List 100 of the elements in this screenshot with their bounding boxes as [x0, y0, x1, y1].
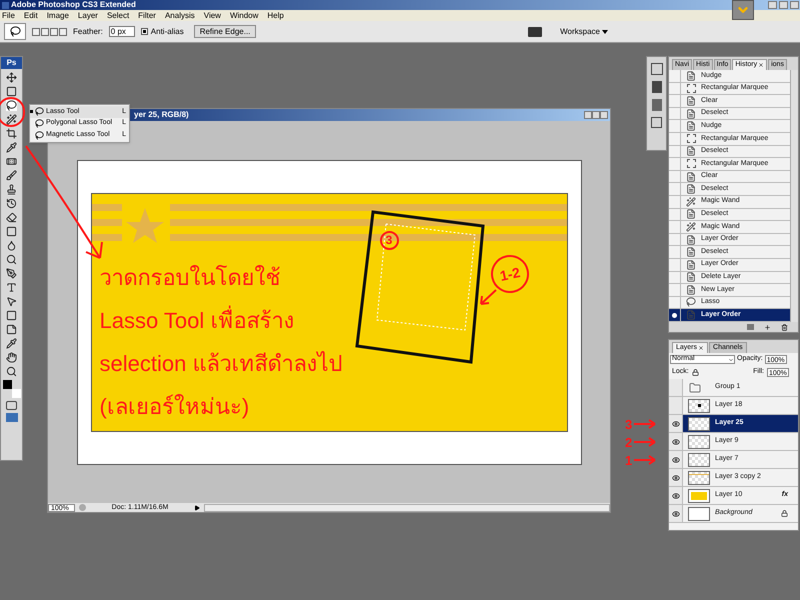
visibility-toggle[interactable]: [669, 505, 683, 522]
dropdown-caret-icon: [728, 356, 734, 362]
layer-thumbnail: [688, 488, 710, 502]
menu-item[interactable]: Image: [46, 12, 69, 20]
screen-mode-icon[interactable]: [6, 413, 18, 422]
document-icon: [686, 70, 696, 81]
close-icon[interactable]: [698, 345, 704, 351]
eye-icon: [672, 420, 680, 428]
zoom-icon[interactable]: [6, 366, 17, 377]
layer-thumbnail: [688, 416, 710, 430]
move-icon[interactable]: [6, 72, 17, 83]
handwritten-note: (เลเยอร์ใหม่นะ): [100, 392, 250, 420]
text-tool-icon[interactable]: [6, 282, 17, 293]
anti-alias-label: Anti-alias: [150, 26, 184, 38]
handwritten-note: วาดกรอบในโดยใช้: [100, 264, 280, 292]
eyedropper-icon[interactable]: [6, 142, 17, 153]
marquee-icon: [686, 134, 696, 144]
document-icon: [686, 146, 696, 156]
horizontal-scrollbar[interactable]: [204, 504, 610, 512]
handwritten-note: selection แล้วเทสีดำลงไป: [100, 350, 342, 378]
tool-preset-picker[interactable]: [4, 23, 26, 40]
menu-item[interactable]: Layer: [78, 12, 98, 20]
visibility-toggle[interactable]: [669, 415, 683, 432]
rectangle-icon[interactable]: [6, 310, 17, 321]
document-icon: [686, 260, 696, 270]
menu-item[interactable]: Help: [267, 12, 284, 20]
marquee-icon: [686, 84, 696, 93]
history-brush-icon[interactable]: [6, 198, 17, 209]
app-icon: [2, 2, 9, 8]
document-icon: [686, 234, 696, 245]
close-icon[interactable]: [758, 62, 764, 68]
minimize-button[interactable]: [768, 1, 777, 9]
note-icon[interactable]: [6, 324, 17, 335]
anti-alias-checkbox[interactable]: [140, 28, 148, 35]
trash-icon[interactable]: [781, 324, 788, 330]
menu-item[interactable]: View: [204, 12, 221, 20]
document-icon: [686, 172, 696, 182]
menu-item[interactable]: Select: [106, 12, 130, 20]
eye-icon: [672, 456, 680, 464]
layer-thumbnail: [688, 470, 710, 484]
document-icon: [686, 284, 696, 295]
eye-icon: [672, 510, 680, 518]
menu-item[interactable]: Filter: [138, 12, 156, 20]
visibility-toggle[interactable]: [669, 487, 683, 504]
folder-icon: [689, 382, 701, 394]
feather-label: Feather:: [73, 26, 103, 38]
refine-edge-button[interactable]: Refine Edge...: [194, 25, 256, 38]
marquee-icon[interactable]: [6, 86, 17, 97]
eye-icon: [672, 438, 680, 446]
close-button[interactable]: [790, 1, 799, 9]
hand-icon[interactable]: [6, 352, 17, 363]
window-title: Adobe Photoshop CS3 Extended: [11, 1, 136, 9]
lasso-icon[interactable]: [6, 100, 17, 111]
eye-icon: [672, 474, 680, 482]
document-icon: [686, 247, 696, 258]
caret-icon: [602, 30, 608, 34]
bandage-icon[interactable]: [6, 156, 17, 167]
stamp-icon[interactable]: [6, 184, 17, 195]
pen-icon[interactable]: [6, 268, 17, 279]
feather-field[interactable]: 0 px: [108, 26, 135, 37]
lasso-icon: [10, 26, 20, 37]
magnifier-icon[interactable]: [6, 254, 17, 265]
lock-icon[interactable]: [692, 369, 699, 376]
crop-icon[interactable]: [6, 128, 17, 139]
marquee-icon: [686, 159, 696, 168]
lasso-icon: [35, 130, 44, 140]
wand-icon[interactable]: [6, 114, 17, 125]
status-menu-icon[interactable]: [194, 504, 200, 510]
restore-button[interactable]: [779, 1, 788, 9]
document-icon: [686, 209, 696, 220]
lock-icon: [781, 510, 788, 517]
background-color-swatch[interactable]: [12, 389, 20, 398]
menu-item[interactable]: Analysis: [164, 12, 195, 20]
layer-thumbnail: [688, 506, 710, 520]
drop-icon[interactable]: [6, 240, 17, 251]
visibility-toggle[interactable]: [669, 451, 683, 468]
pointer-icon[interactable]: [6, 296, 17, 307]
layer-thumbnail: [688, 398, 710, 412]
extension-icon[interactable]: [732, 0, 754, 20]
quick-mask-icon[interactable]: [6, 401, 17, 410]
eye-icon: [672, 492, 680, 500]
visibility-toggle[interactable]: [669, 469, 683, 486]
visibility-toggle[interactable]: [669, 433, 683, 450]
brush-icon[interactable]: [6, 170, 17, 181]
menu-item[interactable]: File: [2, 12, 15, 20]
menu-item[interactable]: Window: [230, 12, 258, 20]
eyedropper-icon[interactable]: [6, 338, 17, 349]
new-snapshot-icon[interactable]: [764, 324, 771, 330]
foreground-color-swatch[interactable]: [2, 380, 12, 389]
vertical-scrollbar[interactable]: [790, 70, 798, 322]
menu-item[interactable]: Edit: [24, 12, 38, 20]
wand-icon: [686, 222, 696, 232]
document-icon: [686, 184, 696, 194]
lasso-icon: [35, 107, 44, 116]
lasso-icon: [686, 297, 696, 308]
workspace-menu[interactable]: Workspace: [560, 26, 608, 38]
visibility-toggle[interactable]: [669, 397, 683, 414]
app-logo: Ps: [1, 57, 22, 69]
eraser-icon[interactable]: [6, 212, 17, 223]
visibility-toggle[interactable]: [669, 379, 683, 396]
